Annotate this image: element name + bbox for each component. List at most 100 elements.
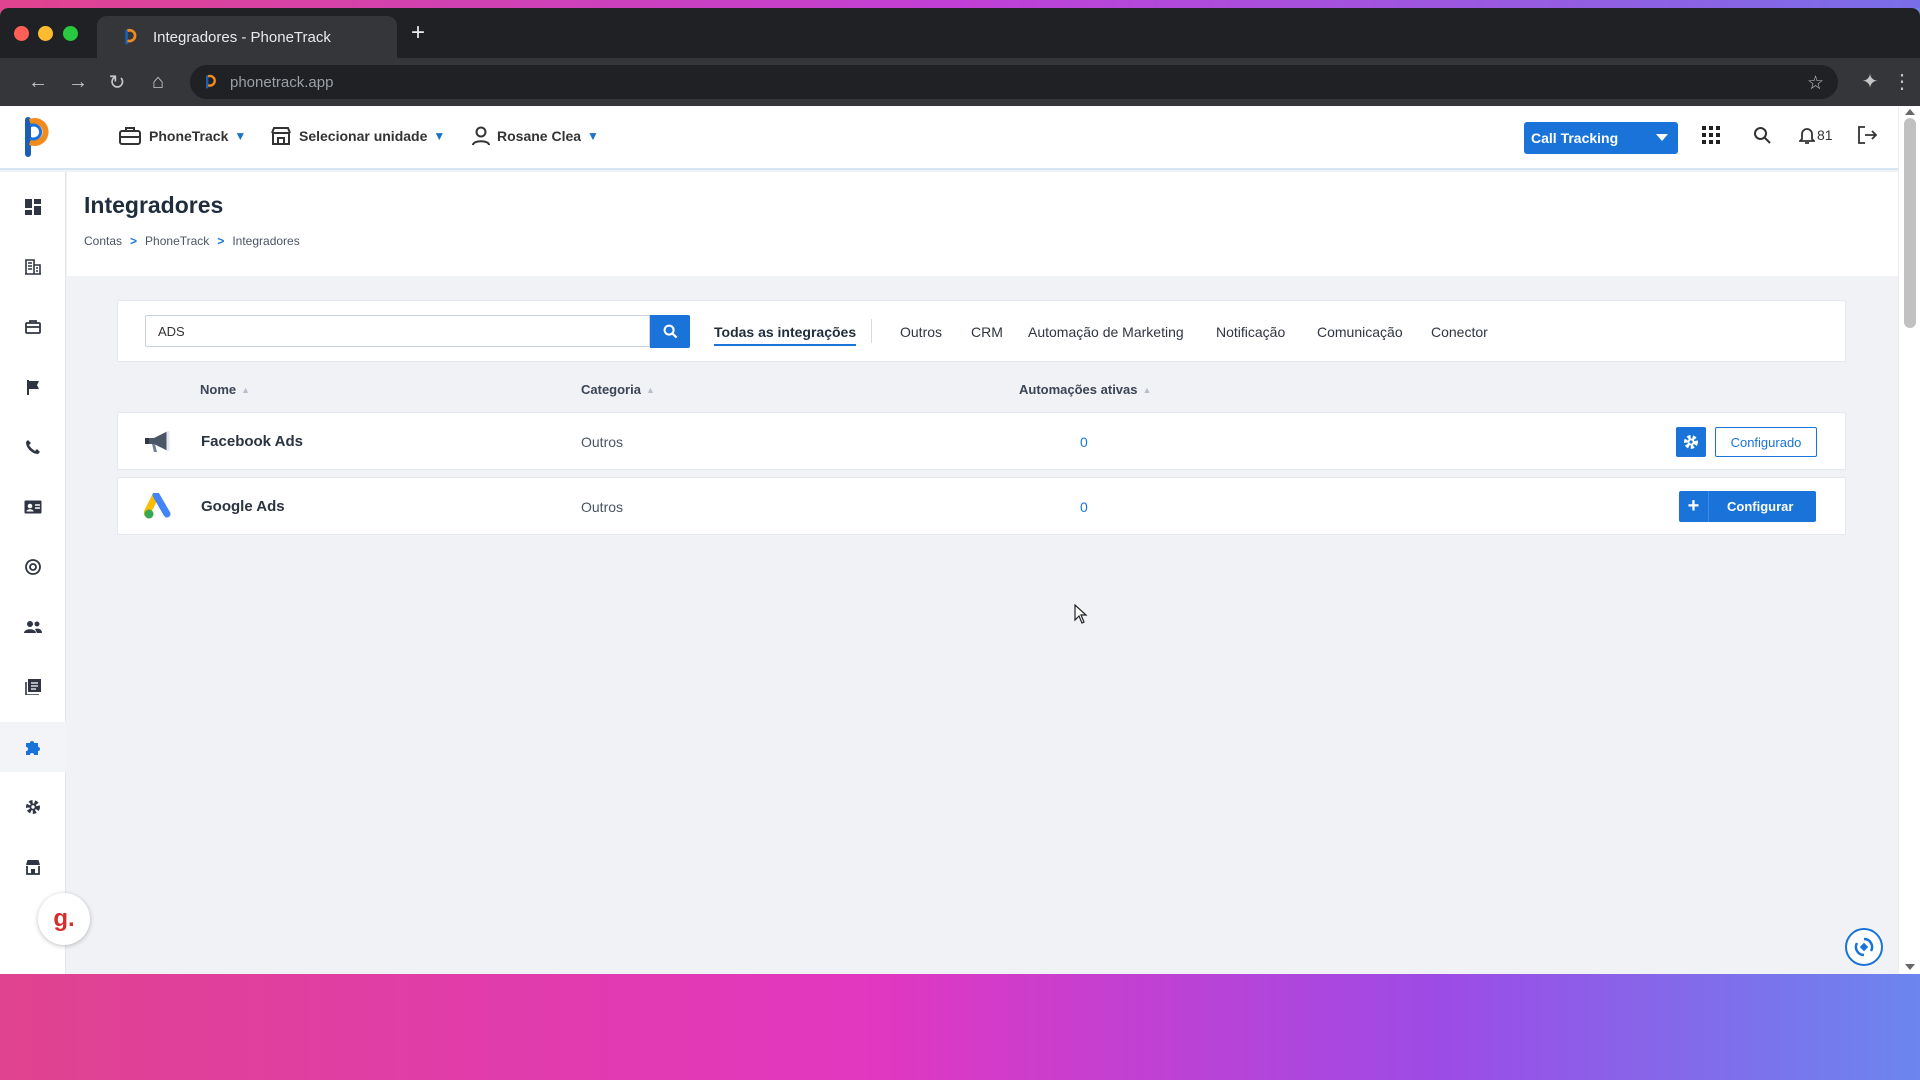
back-arrow-icon[interactable]: ←	[25, 69, 51, 95]
column-header-name[interactable]: Nome ▲	[200, 382, 250, 397]
product-switch-button[interactable]: Call Tracking	[1524, 122, 1678, 154]
bookmark-star-icon[interactable]: ☆	[1807, 72, 1824, 95]
configured-button[interactable]: Configurado	[1715, 427, 1817, 457]
bell-icon	[1799, 128, 1815, 144]
support-chat-icon	[1854, 937, 1874, 957]
building-icon	[25, 259, 41, 275]
breadcrumb-separator-icon: >	[130, 234, 138, 248]
breadcrumb-item-phonetrack[interactable]: PhoneTrack	[145, 234, 209, 248]
tab-all-integrations[interactable]: Todas as integrações	[714, 324, 857, 346]
sort-icon: ▲	[645, 384, 655, 395]
account-menu-label: PhoneTrack	[149, 128, 229, 144]
mouse-cursor-icon	[1074, 604, 1088, 624]
tab-marketing-automation[interactable]: Automação de Marketing	[1028, 324, 1184, 340]
table-row: Facebook Ads Outros 0 Configurado	[117, 412, 1846, 470]
browser-toolbar: ← → ↻ ⌂ phonetrack.app ☆ ✦ ⋮	[0, 58, 1920, 106]
caret-down-icon	[1656, 134, 1668, 141]
store-icon	[271, 127, 291, 145]
tab-notification[interactable]: Notificação	[1216, 324, 1285, 340]
page-header: Integradores Contas > PhoneTrack > Integ…	[67, 172, 1898, 276]
sidebar-item-campaigns[interactable]	[0, 362, 66, 412]
contact-card-icon	[24, 500, 42, 514]
page-scrollbar[interactable]	[1898, 106, 1920, 974]
sidebar-item-users[interactable]	[0, 602, 66, 652]
sidebar-item-dashboard[interactable]	[0, 182, 66, 232]
chevron-down-icon: ▼	[433, 129, 446, 143]
active-automations-count[interactable]: 0	[1080, 499, 1088, 515]
notifications-button[interactable]: 81	[1799, 126, 1833, 144]
unit-menu-label: Selecionar unidade	[299, 128, 428, 144]
app-header: PhoneTrack ▼ Selecionar unidade ▼ Rosane…	[0, 106, 1898, 170]
breadcrumb-item-integrators: Integradores	[232, 234, 300, 248]
search-input[interactable]	[145, 315, 650, 347]
sidebar-item-settings[interactable]	[0, 782, 66, 832]
tab-communication[interactable]: Comunicação	[1317, 324, 1403, 340]
briefcase-icon	[119, 127, 141, 145]
support-chat-button[interactable]	[1845, 928, 1883, 966]
user-menu-label: Rosane Clea	[497, 128, 582, 144]
scrollbar-thumb[interactable]	[1904, 118, 1916, 328]
browser-tab-title: Integradores - PhoneTrack	[153, 28, 331, 46]
configure-button[interactable]: + Configurar	[1679, 491, 1816, 522]
search-icon	[663, 324, 677, 339]
unit-menu[interactable]: Selecionar unidade ▼	[270, 126, 445, 146]
table-row: Google Ads Outros 0 + Configurar	[117, 477, 1846, 535]
browser-menu-icon[interactable]: ⋮	[1890, 69, 1914, 94]
account-menu[interactable]: PhoneTrack ▼	[118, 126, 246, 146]
sidebar-item-accounts[interactable]	[0, 242, 66, 292]
logout-icon[interactable]	[1857, 126, 1877, 144]
scroll-up-icon[interactable]	[1905, 109, 1915, 115]
search-button[interactable]	[650, 315, 690, 348]
puzzle-icon	[26, 741, 40, 755]
home-icon[interactable]: ⌂	[145, 69, 171, 95]
user-icon	[472, 126, 490, 146]
page-title: Integradores	[84, 192, 224, 218]
sidebar-item-integrations[interactable]	[0, 722, 66, 772]
product-switch-label: Call Tracking	[1531, 130, 1619, 146]
phonetrack-logo[interactable]	[22, 116, 54, 158]
address-bar-url: phonetrack.app	[230, 73, 334, 91]
google-ads-icon	[144, 493, 171, 519]
sidebar-item-reports[interactable]	[0, 662, 66, 712]
users-icon	[24, 621, 42, 633]
column-header-active-automations[interactable]: Automações ativas ▲	[1019, 382, 1151, 397]
sidebar-item-units[interactable]	[0, 842, 66, 892]
breadcrumb: Contas > PhoneTrack > Integradores	[84, 234, 300, 248]
reload-icon[interactable]: ↻	[104, 69, 130, 95]
target-icon	[25, 559, 41, 575]
sidebar-item-calls[interactable]	[0, 422, 66, 472]
apps-grid-icon[interactable]	[1702, 126, 1720, 144]
phone-icon	[26, 440, 40, 454]
new-tab-button[interactable]: +	[405, 20, 431, 46]
column-header-automations-label: Automações ativas	[1019, 382, 1138, 397]
g-widget-button[interactable]: g.	[38, 893, 90, 945]
close-window-button[interactable]	[14, 26, 29, 41]
filter-bar: Todas as integrações Outros CRM Automaçã…	[117, 300, 1846, 362]
sidebar-item-contacts[interactable]	[0, 482, 66, 532]
tab-connector[interactable]: Conector	[1431, 324, 1488, 340]
extensions-puzzle-icon[interactable]: ✦	[1858, 69, 1882, 94]
settings-button[interactable]	[1676, 427, 1706, 457]
column-header-category[interactable]: Categoria ▲	[581, 382, 655, 397]
breadcrumb-item-accounts[interactable]: Contas	[84, 234, 122, 248]
briefcase-icon	[25, 320, 41, 334]
active-automations-count[interactable]: 0	[1080, 434, 1088, 450]
user-menu[interactable]: Rosane Clea ▼	[472, 126, 599, 146]
breadcrumb-separator-icon: >	[217, 234, 225, 248]
tab-crm[interactable]: CRM	[971, 324, 1003, 340]
forward-arrow-icon[interactable]: →	[65, 69, 91, 95]
plus-icon: +	[1679, 491, 1709, 522]
minimize-window-button[interactable]	[38, 26, 53, 41]
sidebar-item-business[interactable]	[0, 302, 66, 352]
flag-icon	[27, 380, 39, 395]
maximize-window-button[interactable]	[63, 26, 78, 41]
scroll-down-icon[interactable]	[1905, 964, 1915, 970]
integration-name: Google Ads	[201, 498, 285, 515]
gear-icon	[26, 800, 40, 814]
tab-others[interactable]: Outros	[900, 324, 942, 340]
notifications-count: 81	[1817, 127, 1833, 143]
browser-tab[interactable]: Integradores - PhoneTrack	[97, 16, 397, 58]
address-bar[interactable]: phonetrack.app ☆	[190, 65, 1838, 99]
sidebar-item-goals[interactable]	[0, 542, 66, 592]
search-icon[interactable]	[1753, 126, 1771, 144]
